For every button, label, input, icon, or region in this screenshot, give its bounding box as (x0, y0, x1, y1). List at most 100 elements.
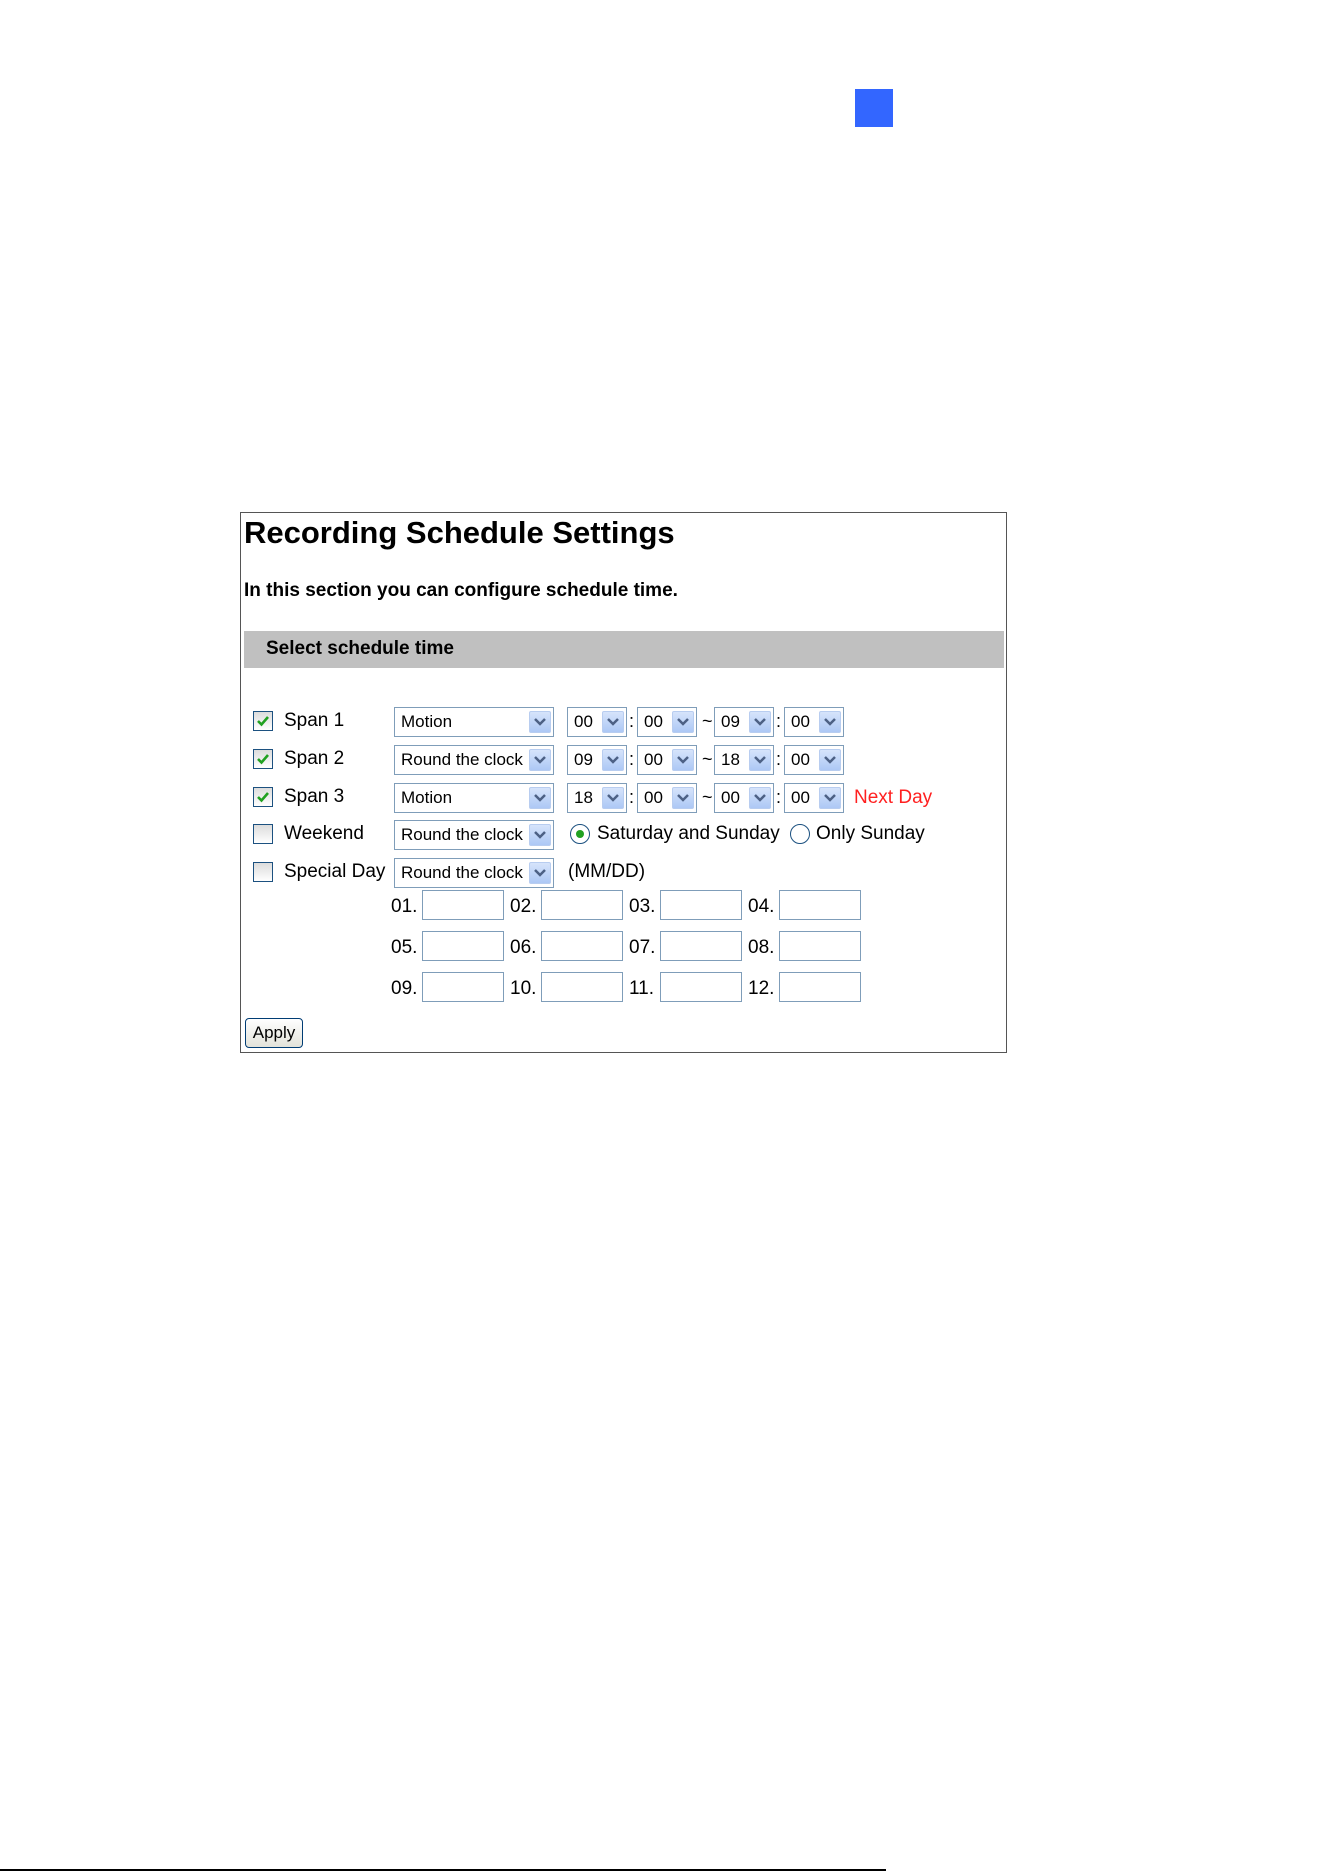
page-title: Recording Schedule Settings (244, 515, 675, 550)
special-date-number: 02. (510, 896, 537, 917)
time-colon: : (776, 711, 782, 731)
span-2-mode-select[interactable]: Round the clock (394, 745, 554, 775)
chevron-down-icon (672, 711, 694, 733)
span-1-start-hour-select[interactable]: 00 (567, 707, 627, 737)
checkmark-icon (257, 792, 269, 803)
radio-only-sunday[interactable] (790, 824, 810, 844)
special-date-number: 12. (748, 978, 775, 999)
checkmark-icon (257, 716, 269, 727)
special-date-number: 01. (391, 896, 418, 917)
special-date-input[interactable] (779, 972, 861, 1002)
span-2-start-hour-select[interactable]: 09 (567, 745, 627, 775)
time-range-tilde: ~ (702, 749, 713, 769)
span-2-start-minute-select[interactable]: 00 (637, 745, 697, 775)
weekend-label: Weekend (284, 823, 364, 844)
span-1-end-hour-select[interactable]: 09 (714, 707, 774, 737)
section-header-label: Select schedule time (266, 638, 454, 659)
recording-schedule-panel: Recording Schedule Settings In this sect… (240, 512, 1007, 1053)
special-date-input[interactable] (541, 890, 623, 920)
special-date-number: 07. (629, 937, 656, 958)
special-date-number: 08. (748, 937, 775, 958)
time-colon: : (776, 787, 782, 807)
radio-only-sunday-label: Only Sunday (816, 823, 925, 844)
span-row-1: Span 1 Motion 00:00 ~09:00 (241, 705, 1006, 737)
weekend-row: Weekend Round the clock Saturday and Sun… (241, 818, 1006, 850)
span-2-end-hour-select[interactable]: 18 (714, 745, 774, 775)
time-range-tilde: ~ (702, 787, 713, 807)
span-3-start-hour-select[interactable]: 18 (567, 783, 627, 813)
special-date-number: 09. (391, 978, 418, 999)
time-range-tilde: ~ (702, 711, 713, 731)
special-day-mode-select[interactable]: Round the clock (394, 858, 554, 888)
special-date-input[interactable] (660, 890, 742, 920)
special-date-number: 03. (629, 896, 656, 917)
span-row-2: Span 2 Round the clock 09:00 ~18:00 (241, 743, 1006, 775)
special-date-input[interactable] (541, 972, 623, 1002)
span-3-mode-select[interactable]: Motion (394, 783, 554, 813)
date-format-hint: (MM/DD) (568, 861, 646, 882)
chevron-down-icon (529, 824, 551, 846)
special-date-number: 11. (629, 978, 655, 999)
chevron-down-icon (749, 711, 771, 733)
span-2-end-minute-select[interactable]: 00 (784, 745, 844, 775)
span-2-checkbox[interactable] (253, 749, 273, 769)
chevron-down-icon (749, 787, 771, 809)
special-date-number: 05. (391, 937, 418, 958)
chevron-down-icon (672, 749, 694, 771)
weekend-mode-select[interactable]: Round the clock (394, 820, 554, 850)
span-2-label: Span 2 (284, 748, 345, 769)
chevron-down-icon (749, 749, 771, 771)
span-3-label: Span 3 (284, 786, 345, 807)
chevron-down-icon (529, 711, 551, 733)
radio-selected-dot (576, 830, 584, 838)
apply-button[interactable]: Apply (245, 1018, 303, 1048)
chevron-down-icon (602, 749, 624, 771)
chevron-down-icon (819, 711, 841, 733)
section-header: Select schedule time (244, 631, 1004, 668)
chevron-down-icon (529, 862, 551, 884)
special-date-input[interactable] (422, 931, 504, 961)
time-colon: : (629, 711, 635, 731)
radio-saturday-and-sunday[interactable] (570, 824, 590, 844)
span-1-label: Span 1 (284, 710, 345, 731)
special-date-input[interactable] (541, 931, 623, 961)
chevron-down-icon (529, 749, 551, 771)
weekend-checkbox[interactable] (253, 824, 273, 844)
special-date-input[interactable] (422, 972, 504, 1002)
special-date-input[interactable] (660, 931, 742, 961)
span-1-end-minute-select[interactable]: 00 (784, 707, 844, 737)
chevron-down-icon (602, 787, 624, 809)
chevron-down-icon (819, 787, 841, 809)
special-date-number: 04. (748, 896, 775, 917)
chevron-down-icon (819, 749, 841, 771)
time-colon: : (629, 749, 635, 769)
span-1-start-minute-select[interactable]: 00 (637, 707, 697, 737)
special-date-number: 10. (510, 978, 537, 999)
special-day-row: Special Day Round the clock (MM/DD) (241, 856, 1006, 888)
span-3-start-minute-select[interactable]: 00 (637, 783, 697, 813)
radio-saturday-and-sunday-label: Saturday and Sunday (597, 823, 780, 844)
time-colon: : (776, 749, 782, 769)
special-day-label: Special Day (284, 861, 386, 882)
next-day-note: Next Day (854, 787, 933, 808)
special-date-number: 06. (510, 937, 537, 958)
span-row-3: Span 3 Motion 18:00 ~00:00 Next Day (241, 781, 1006, 813)
span-1-mode-select[interactable]: Motion (394, 707, 554, 737)
chevron-down-icon (672, 787, 694, 809)
page-footer-rule (0, 1869, 886, 1871)
time-colon: : (629, 787, 635, 807)
special-day-checkbox[interactable] (253, 862, 273, 882)
chevron-down-icon (529, 787, 551, 809)
checkmark-icon (257, 754, 269, 765)
special-date-input[interactable] (660, 972, 742, 1002)
span-1-checkbox[interactable] (253, 711, 273, 731)
chevron-down-icon (602, 711, 624, 733)
special-date-input[interactable] (779, 931, 861, 961)
page-corner-marker (855, 89, 893, 127)
special-date-input[interactable] (779, 890, 861, 920)
special-date-input[interactable] (422, 890, 504, 920)
span-3-end-minute-select[interactable]: 00 (784, 783, 844, 813)
page-description: In this section you can configure schedu… (244, 580, 678, 601)
span-3-checkbox[interactable] (253, 787, 273, 807)
span-3-end-hour-select[interactable]: 00 (714, 783, 774, 813)
